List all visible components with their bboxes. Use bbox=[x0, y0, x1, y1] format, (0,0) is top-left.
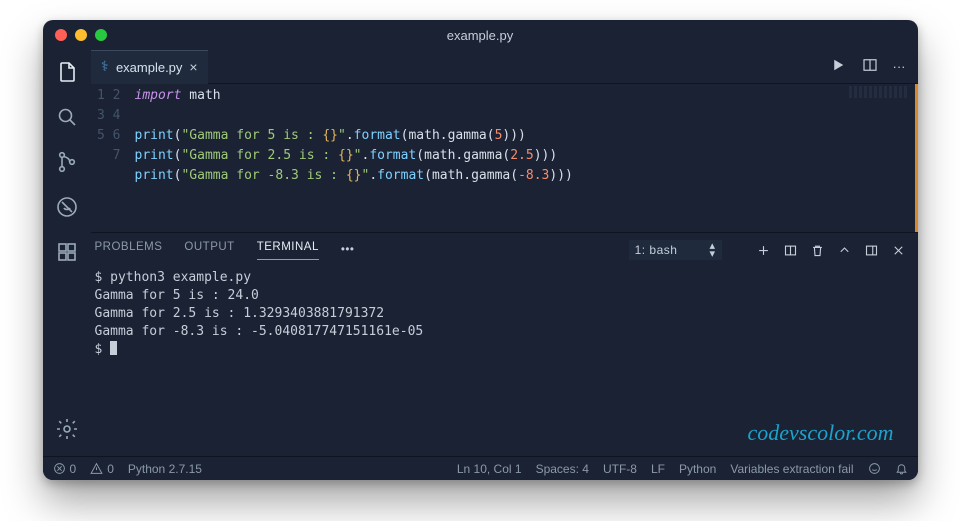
editor-tab-bar: ⚕ example.py × ··· bbox=[91, 50, 918, 84]
status-warnings[interactable]: 0 bbox=[90, 462, 114, 476]
extensions-icon[interactable] bbox=[55, 240, 79, 267]
terminal-output[interactable]: $ python3 example.py Gamma for 5 is : 24… bbox=[91, 267, 918, 456]
terminal-selector-label: 1: bash bbox=[635, 243, 678, 257]
status-cursor-position[interactable]: Ln 10, Col 1 bbox=[457, 462, 522, 476]
window-titlebar: example.py bbox=[43, 20, 918, 50]
editor-tab-example[interactable]: ⚕ example.py × bbox=[91, 50, 208, 84]
run-icon[interactable] bbox=[829, 56, 847, 77]
activity-bar bbox=[43, 50, 91, 456]
line-gutter: 1 2 3 4 5 6 7 bbox=[91, 86, 135, 232]
close-panel-icon[interactable] bbox=[891, 243, 906, 258]
split-terminal-icon[interactable] bbox=[783, 243, 798, 258]
status-errors[interactable]: 0 bbox=[53, 462, 77, 476]
panel-tab-bar: PROBLEMS OUTPUT TERMINAL ••• 1: bash ▴▾ bbox=[91, 233, 918, 267]
tab-filename: example.py bbox=[116, 60, 182, 75]
toggle-panel-position-icon[interactable] bbox=[864, 243, 879, 258]
status-bell-icon[interactable] bbox=[895, 462, 908, 475]
settings-gear-icon[interactable] bbox=[55, 417, 79, 444]
editor-more-icon[interactable]: ··· bbox=[893, 59, 906, 74]
vscode-window: example.py bbox=[43, 20, 918, 480]
bottom-panel: PROBLEMS OUTPUT TERMINAL ••• 1: bash ▴▾ bbox=[91, 232, 918, 456]
split-editor-icon[interactable] bbox=[861, 56, 879, 77]
status-python-version[interactable]: Python 2.7.15 bbox=[128, 462, 202, 476]
status-language[interactable]: Python bbox=[679, 462, 716, 476]
status-indentation[interactable]: Spaces: 4 bbox=[536, 462, 589, 476]
panel-tab-terminal[interactable]: TERMINAL bbox=[257, 241, 319, 260]
new-terminal-icon[interactable] bbox=[756, 243, 771, 258]
dropdown-arrows-icon: ▴▾ bbox=[709, 242, 715, 258]
source-control-icon[interactable] bbox=[55, 150, 79, 177]
minimap[interactable] bbox=[849, 86, 909, 98]
terminal-selector[interactable]: 1: bash ▴▾ bbox=[629, 240, 722, 260]
explorer-icon[interactable] bbox=[55, 60, 79, 87]
maximize-panel-icon[interactable] bbox=[837, 243, 852, 258]
status-right-message[interactable]: Variables extraction fail bbox=[730, 462, 853, 476]
panel-tab-problems[interactable]: PROBLEMS bbox=[95, 241, 163, 259]
status-encoding[interactable]: UTF-8 bbox=[603, 462, 637, 476]
search-icon[interactable] bbox=[55, 105, 79, 132]
panel-tab-output[interactable]: OUTPUT bbox=[184, 241, 234, 259]
status-bar: 0 0 Python 2.7.15 Ln 10, Col 1 Spaces: 4… bbox=[43, 456, 918, 480]
panel-more-icon[interactable]: ••• bbox=[341, 244, 355, 256]
kill-terminal-icon[interactable] bbox=[810, 243, 825, 258]
code-content[interactable]: import math print("Gamma for 5 is : {}".… bbox=[135, 86, 915, 232]
terminal-cursor bbox=[110, 341, 117, 355]
code-editor[interactable]: 1 2 3 4 5 6 7 import math print("Gamma f… bbox=[91, 84, 918, 232]
error-icon bbox=[53, 462, 66, 475]
status-eol[interactable]: LF bbox=[651, 462, 665, 476]
warning-icon bbox=[90, 462, 103, 475]
tab-close-icon[interactable]: × bbox=[189, 59, 197, 75]
window-title: example.py bbox=[43, 28, 918, 43]
python-file-icon: ⚕ bbox=[101, 59, 109, 75]
status-feedback-icon[interactable] bbox=[868, 462, 881, 475]
debug-disabled-icon[interactable] bbox=[55, 195, 79, 222]
